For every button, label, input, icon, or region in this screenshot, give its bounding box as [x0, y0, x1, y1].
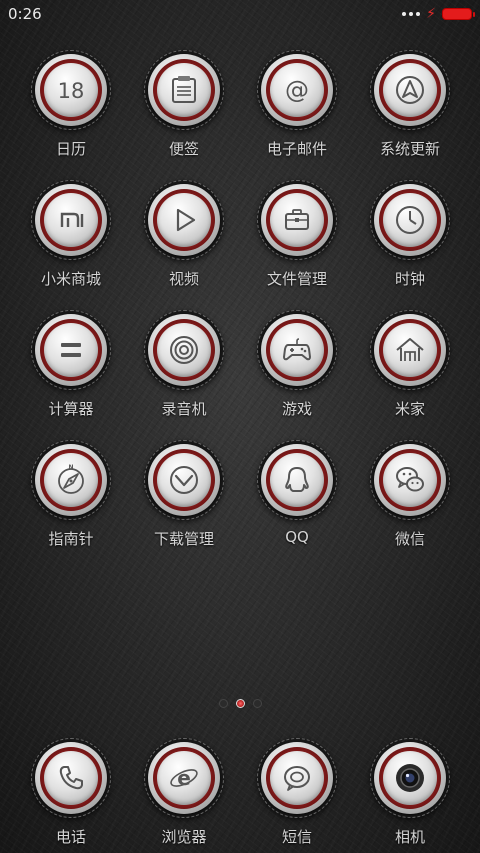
status-indicators: ⚡ [402, 6, 475, 22]
app-qq[interactable]: QQ [241, 440, 353, 560]
svg-text:N: N [68, 464, 73, 471]
more-icon [402, 12, 421, 16]
home-icon [396, 338, 424, 361]
app-label: 电子邮件 [266, 140, 327, 158]
app-label: 短信 [281, 828, 312, 846]
app-calendar[interactable]: 18 日历 [15, 50, 127, 170]
app-label: 下载管理 [153, 530, 214, 548]
app-download-manager[interactable]: 下载管理 [128, 440, 240, 560]
dock-messaging[interactable]: 短信 [241, 738, 353, 853]
svg-text:e: e [177, 766, 191, 790]
app-label: 计算器 [48, 400, 94, 418]
status-bar: 0:26 ⚡ [0, 0, 480, 28]
phone-icon [59, 766, 83, 790]
app-label: 游戏 [281, 400, 312, 418]
status-time: 0:26 [8, 5, 42, 23]
app-file-manager[interactable]: 文件管理 [241, 180, 353, 300]
app-games[interactable]: 游戏 [241, 310, 353, 430]
app-label: 视频 [168, 270, 199, 288]
page-dot[interactable] [218, 699, 228, 708]
play-icon [176, 208, 196, 232]
dock-camera[interactable]: 相机 [354, 738, 466, 853]
app-mi-store[interactable]: 小米商城 [15, 180, 127, 300]
wechat-icon [396, 467, 424, 492]
calculator-icon [61, 343, 81, 357]
svg-text:18: 18 [58, 79, 85, 103]
app-mijia[interactable]: 米家 [354, 310, 466, 430]
app-label: 便签 [168, 140, 199, 158]
calendar-icon: 18 [58, 79, 85, 103]
app-label: 相机 [394, 828, 425, 846]
app-clock[interactable]: 时钟 [354, 180, 466, 300]
app-label: 日历 [55, 140, 86, 158]
gamepad-icon [283, 338, 311, 361]
dock-phone[interactable]: 电话 [15, 738, 127, 853]
app-label: 电话 [55, 828, 86, 846]
email-icon: @ [285, 76, 309, 104]
app-label: 指南针 [48, 530, 94, 548]
app-label: 微信 [394, 530, 425, 548]
qq-penguin-icon [285, 467, 309, 492]
page-dot[interactable] [252, 699, 262, 708]
clock-icon [396, 206, 424, 234]
compass-icon: N [58, 464, 84, 494]
app-notes[interactable]: 便签 [128, 50, 240, 170]
app-label: 小米商城 [40, 270, 101, 288]
camera-lens-icon [396, 764, 424, 792]
app-label: 系统更新 [379, 140, 440, 158]
messaging-icon [284, 766, 310, 791]
page-dot-active[interactable] [235, 699, 245, 708]
app-label: 文件管理 [266, 270, 327, 288]
app-label: QQ [285, 528, 309, 546]
system-update-icon [396, 76, 424, 104]
charging-icon: ⚡ [426, 6, 436, 22]
app-label: 浏览器 [161, 828, 207, 846]
app-email[interactable]: @ 电子邮件 [241, 50, 353, 170]
app-label: 录音机 [161, 400, 207, 418]
notes-icon [172, 76, 196, 103]
app-compass[interactable]: N 指南针 [15, 440, 127, 560]
app-system-update[interactable]: 系统更新 [354, 50, 466, 170]
app-label: 时钟 [394, 270, 425, 288]
app-wechat[interactable]: 微信 [354, 440, 466, 560]
app-recorder[interactable]: 录音机 [128, 310, 240, 430]
app-calculator[interactable]: 计算器 [15, 310, 127, 430]
svg-text:@: @ [285, 76, 309, 104]
mi-store-icon [60, 212, 84, 227]
download-icon [170, 466, 198, 494]
browser-icon: e [170, 766, 198, 790]
page-indicator [0, 699, 480, 708]
dock-browser[interactable]: e 浏览器 [128, 738, 240, 853]
battery-icon [442, 8, 475, 20]
recorder-icon [170, 336, 198, 364]
briefcase-icon [285, 209, 309, 230]
app-video[interactable]: 视频 [128, 180, 240, 300]
app-label: 米家 [394, 400, 425, 418]
